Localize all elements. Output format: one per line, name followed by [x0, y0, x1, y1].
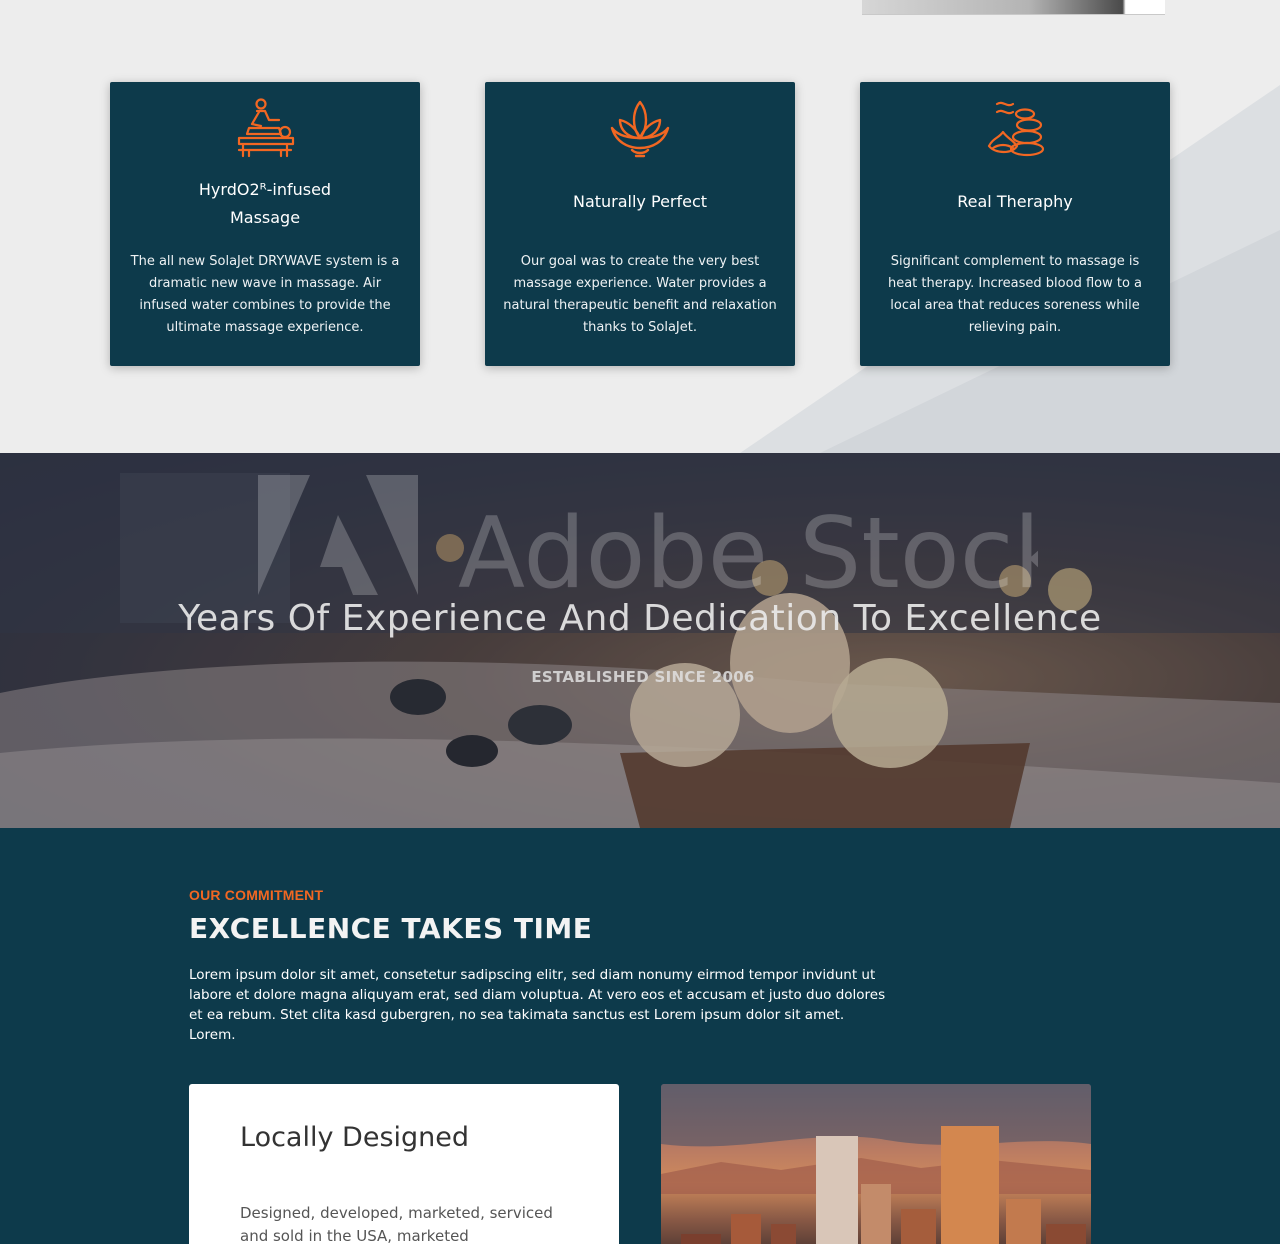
- feature-description: Our goal was to create the very best mas…: [503, 254, 777, 335]
- feature-description: The all new SolaJet DRYWAVE system is a …: [130, 254, 400, 335]
- feature-title: HyrdO2ᴿ-infused Massage: [130, 176, 400, 232]
- hero-subtitle: ESTABLISHED SINCE 2006: [531, 668, 755, 686]
- feature-description: Significant complement to massage is hea…: [887, 254, 1143, 335]
- feature-title: Naturally Perfect: [572, 192, 708, 211]
- card-title: Locally Designed: [240, 1122, 470, 1153]
- watermark-text: Adobe Stock: [458, 497, 1038, 605]
- massage-table-icon: [235, 98, 295, 160]
- card-body: Designed, developed, marketed, serviced …: [240, 1204, 553, 1244]
- feature-title-line: Massage: [229, 208, 301, 227]
- product-image-bottom-edge: [862, 0, 1165, 15]
- hot-stones-icon: [985, 98, 1045, 160]
- feature-card-real-therapy: Real Theraphy Significant complement to …: [860, 82, 1170, 366]
- lotus-icon: [610, 98, 670, 160]
- locally-designed-card: Locally Designed Designed, developed, ma…: [189, 1084, 619, 1244]
- feature-title: Real Theraphy: [957, 192, 1073, 211]
- hero-title: Years Of Experience And Dedication To Ex…: [178, 598, 1102, 639]
- feature-title-line: HyrdO2ᴿ-infused: [198, 180, 332, 199]
- section-headline: EXCELLENCE TAKES TIME: [189, 912, 593, 945]
- feature-card-naturally-perfect: Naturally Perfect Our goal was to create…: [485, 82, 795, 366]
- section-paragraph: Lorem ipsum dolor sit amet, consetetur s…: [189, 967, 886, 1043]
- feature-card-massage: HyrdO2ᴿ-infused Massage The all new Sola…: [110, 82, 420, 366]
- section-eyebrow: OUR COMMITMENT: [189, 887, 324, 903]
- features-section: HyrdO2ᴿ-infused Massage The all new Sola…: [0, 0, 1280, 453]
- adobe-stock-watermark: Adobe Stock: [258, 475, 1071, 611]
- city-skyline-image: [661, 1084, 1091, 1244]
